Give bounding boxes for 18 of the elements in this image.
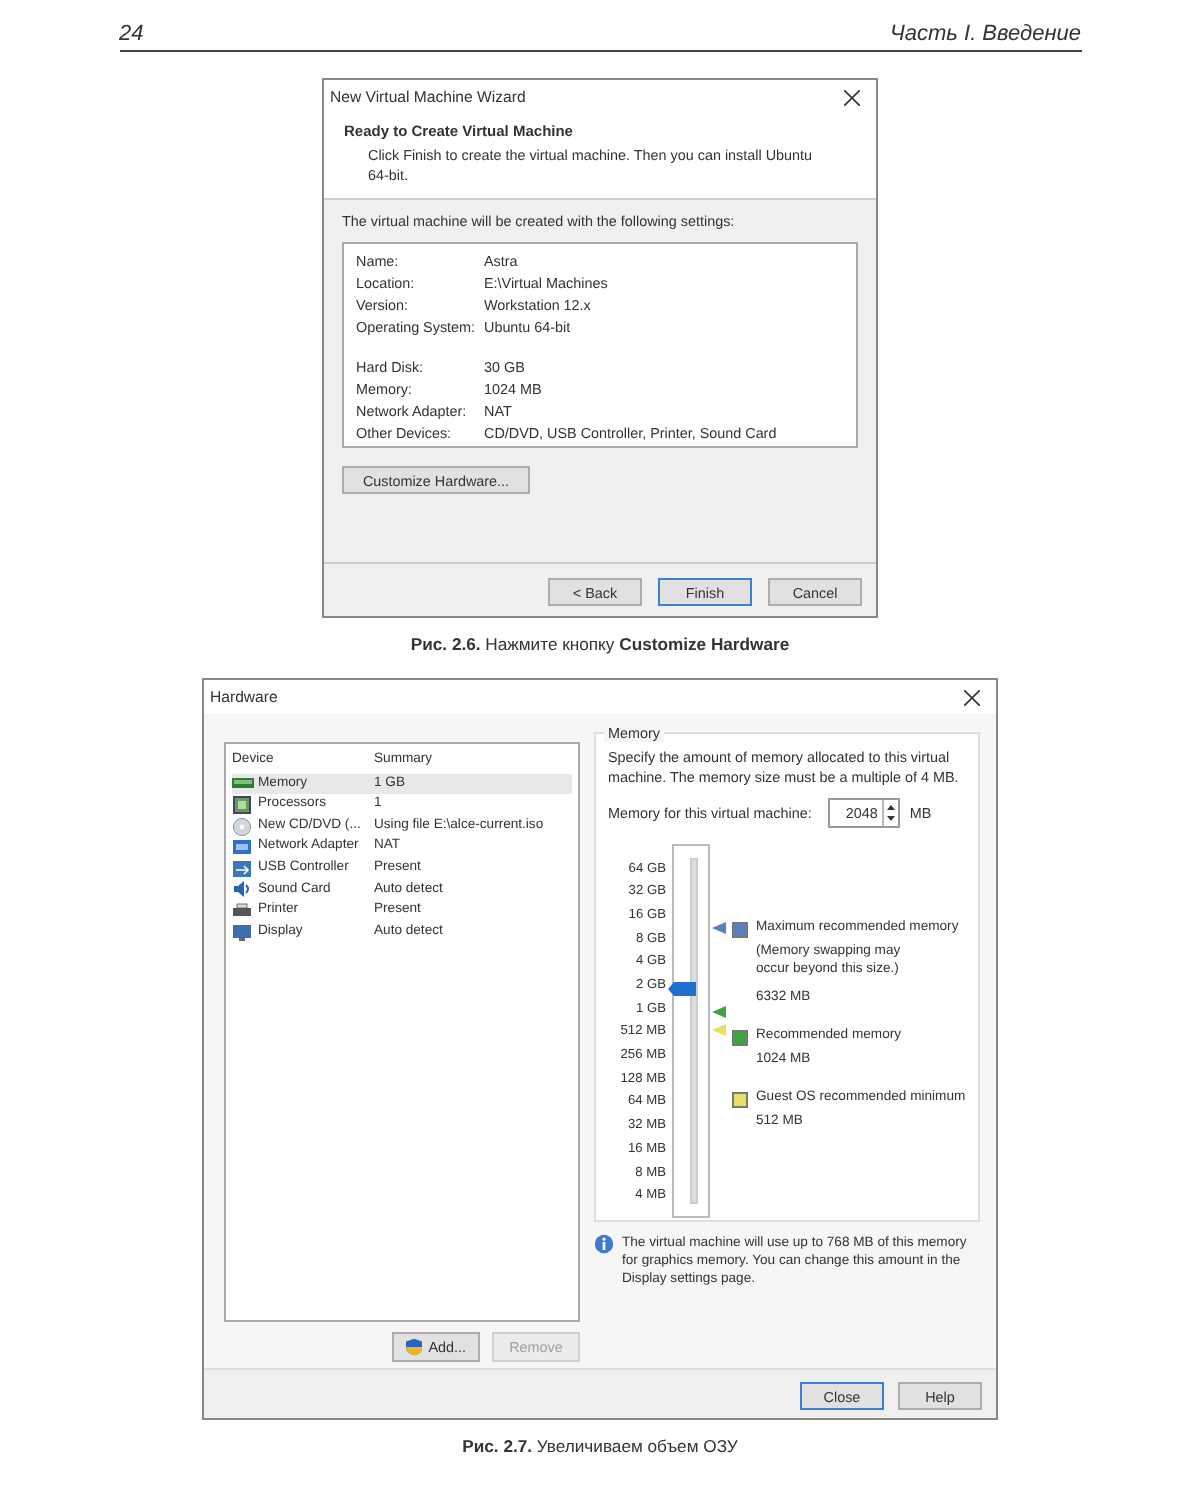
usb-icon <box>232 859 254 878</box>
memory-slider[interactable] <box>672 844 728 1219</box>
memory-icon <box>232 774 254 793</box>
slider-thumb[interactable] <box>668 981 696 996</box>
page-number: 24 <box>119 22 144 46</box>
sound-icon <box>232 880 254 899</box>
network-icon <box>232 838 254 857</box>
display-icon <box>232 923 254 942</box>
close-icon[interactable] <box>844 89 860 105</box>
spin-arrows-icon[interactable] <box>881 800 898 827</box>
info-icon <box>594 1234 614 1254</box>
figure-caption: Рис. 2.7. Увеличиваем объем ОЗУ <box>462 1436 738 1456</box>
running-head: Часть I. Введение <box>889 22 1081 46</box>
figure-caption: Рис. 2.6. Нажмите кнопку Customize Hardware <box>410 634 790 654</box>
shield-icon <box>406 1338 423 1356</box>
close-icon[interactable] <box>964 689 980 705</box>
processor-icon <box>232 795 254 814</box>
printer-icon <box>232 901 254 920</box>
